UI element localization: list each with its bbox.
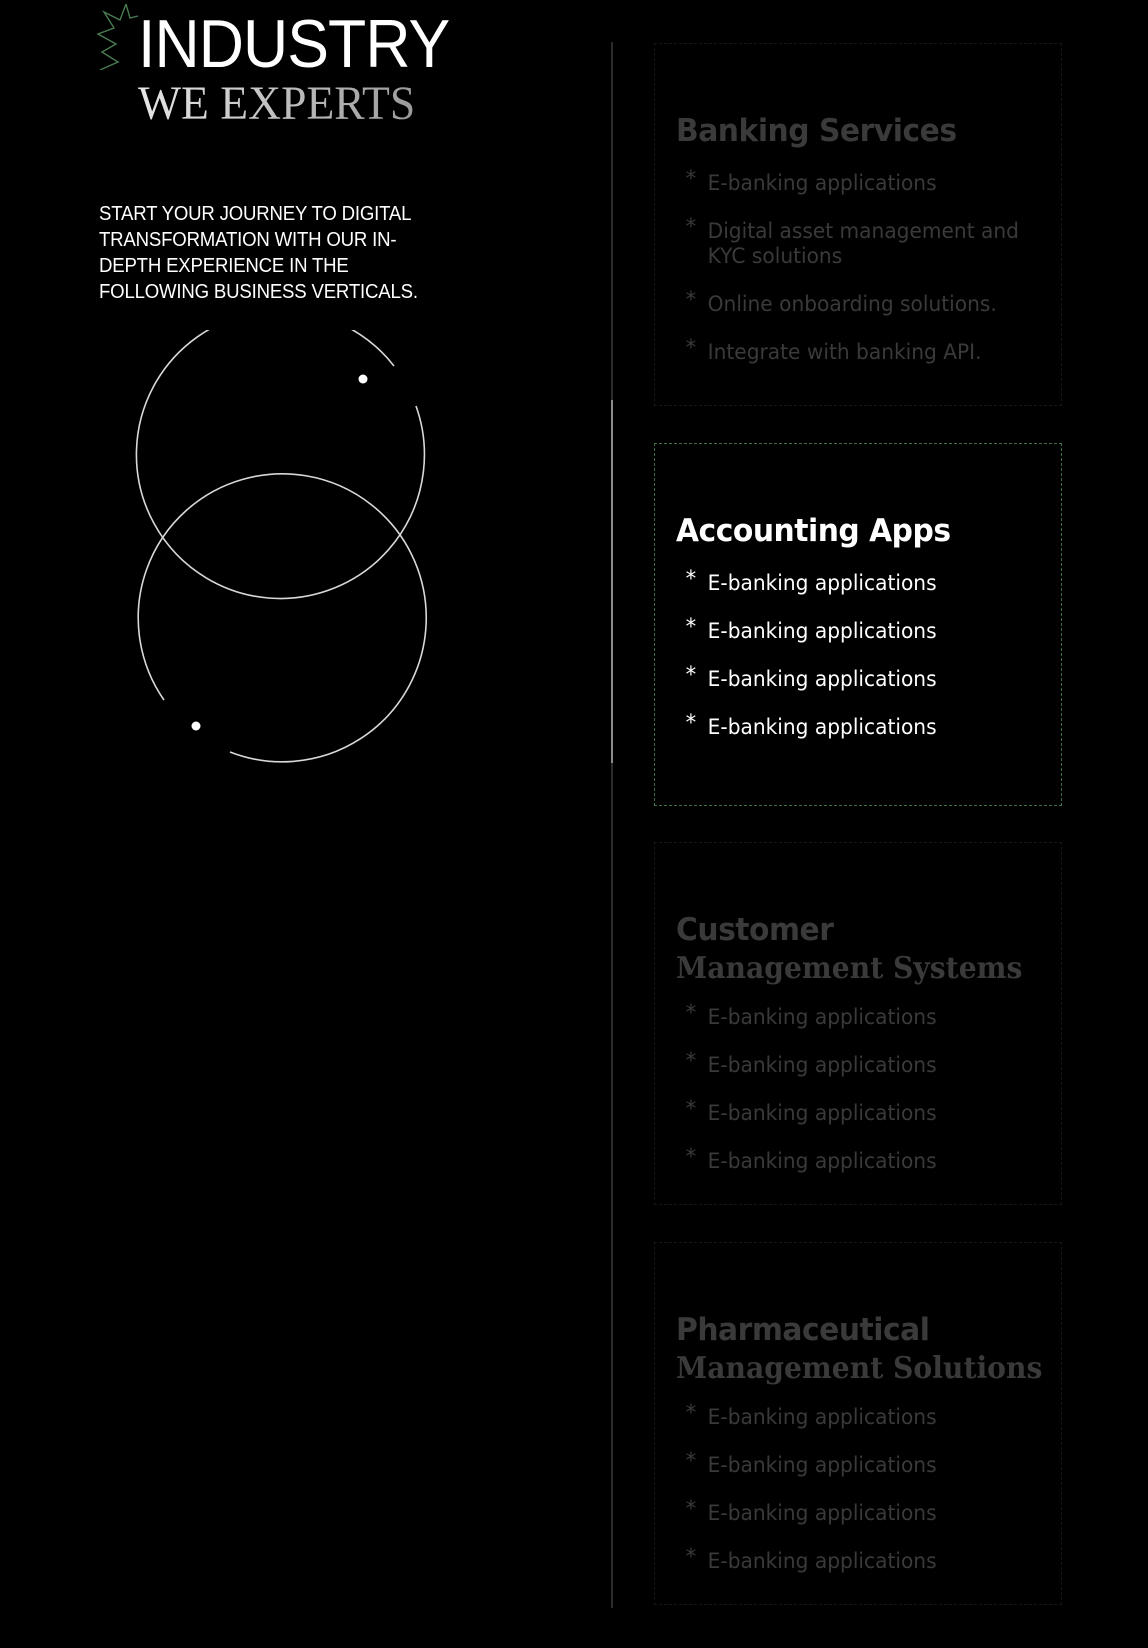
list-item: * E-banking applications xyxy=(685,615,937,643)
timeline-track xyxy=(611,42,613,1608)
asterisk-icon: * xyxy=(685,1401,697,1426)
asterisk-icon: * xyxy=(685,1545,697,1570)
asterisk-icon: * xyxy=(685,167,697,192)
rings-illustration xyxy=(135,330,428,763)
card-title: Accounting Apps xyxy=(676,513,951,549)
list-item: * Digital asset management and KYC soluti… xyxy=(685,215,1019,268)
list-item: * E-banking applications xyxy=(685,711,937,739)
list-item: * E-banking applications xyxy=(685,1001,937,1029)
card-subtitle: Management Systems xyxy=(676,951,1023,986)
list-item: * E-banking applications xyxy=(685,1401,937,1429)
card-pharmaceutical-management[interactable]: Pharmaceutical Management Solutions * E-b… xyxy=(654,1242,1062,1605)
asterisk-icon: * xyxy=(685,1145,697,1170)
list-item: * Online onboarding solutions. xyxy=(685,288,997,316)
asterisk-icon: * xyxy=(685,1049,697,1074)
lower-ring xyxy=(137,473,428,763)
asterisk-icon: * xyxy=(685,711,697,736)
asterisk-icon: * xyxy=(685,336,697,361)
card-title: Banking Services xyxy=(676,113,957,149)
asterisk-icon: * xyxy=(685,288,697,313)
intro-text: START YOUR JOURNEY TO DIGITAL TRANSFORMA… xyxy=(99,203,418,303)
asterisk-icon: * xyxy=(685,1001,697,1026)
asterisk-icon: * xyxy=(685,1097,697,1122)
asterisk-icon: * xyxy=(685,615,697,640)
list-item: * E-banking applications xyxy=(685,1097,937,1125)
list-item: * E-banking applications xyxy=(685,167,937,195)
list-item: * E-banking applications xyxy=(685,1497,937,1525)
ring-dot-top xyxy=(358,374,368,384)
asterisk-icon: * xyxy=(685,1497,697,1522)
card-subtitle: Management Solutions xyxy=(676,1351,1043,1386)
spark-icon xyxy=(96,4,139,70)
timeline-active-segment xyxy=(611,400,613,763)
ring-dot-bottom xyxy=(191,721,201,731)
card-accounting-apps[interactable]: Accounting Apps * E-banking applications … xyxy=(654,443,1062,806)
heading-industry: INDUSTRY xyxy=(138,6,450,82)
card-title: Pharmaceutical xyxy=(676,1312,930,1348)
asterisk-icon: * xyxy=(685,1449,697,1474)
list-item: * Integrate with banking API. xyxy=(685,336,982,364)
card-customer-management[interactable]: Customer Management Systems * E-banking a… xyxy=(654,842,1062,1205)
asterisk-icon: * xyxy=(685,567,697,592)
asterisk-icon: * xyxy=(685,215,697,240)
asterisk-icon: * xyxy=(685,663,697,688)
list-item: * E-banking applications xyxy=(685,663,937,691)
upper-ring xyxy=(135,330,426,600)
card-title: Customer xyxy=(676,912,834,948)
card-banking-services[interactable]: Banking Services * E-banking applications… xyxy=(654,43,1062,406)
list-item: * E-banking applications xyxy=(685,1545,937,1573)
heading-we-experts: WE EXPERTS xyxy=(138,77,416,130)
list-item: * E-banking applications xyxy=(685,1049,937,1077)
list-item: * E-banking applications xyxy=(685,1145,937,1173)
list-item: * E-banking applications xyxy=(685,1449,937,1477)
list-item: * E-banking applications xyxy=(685,567,937,595)
